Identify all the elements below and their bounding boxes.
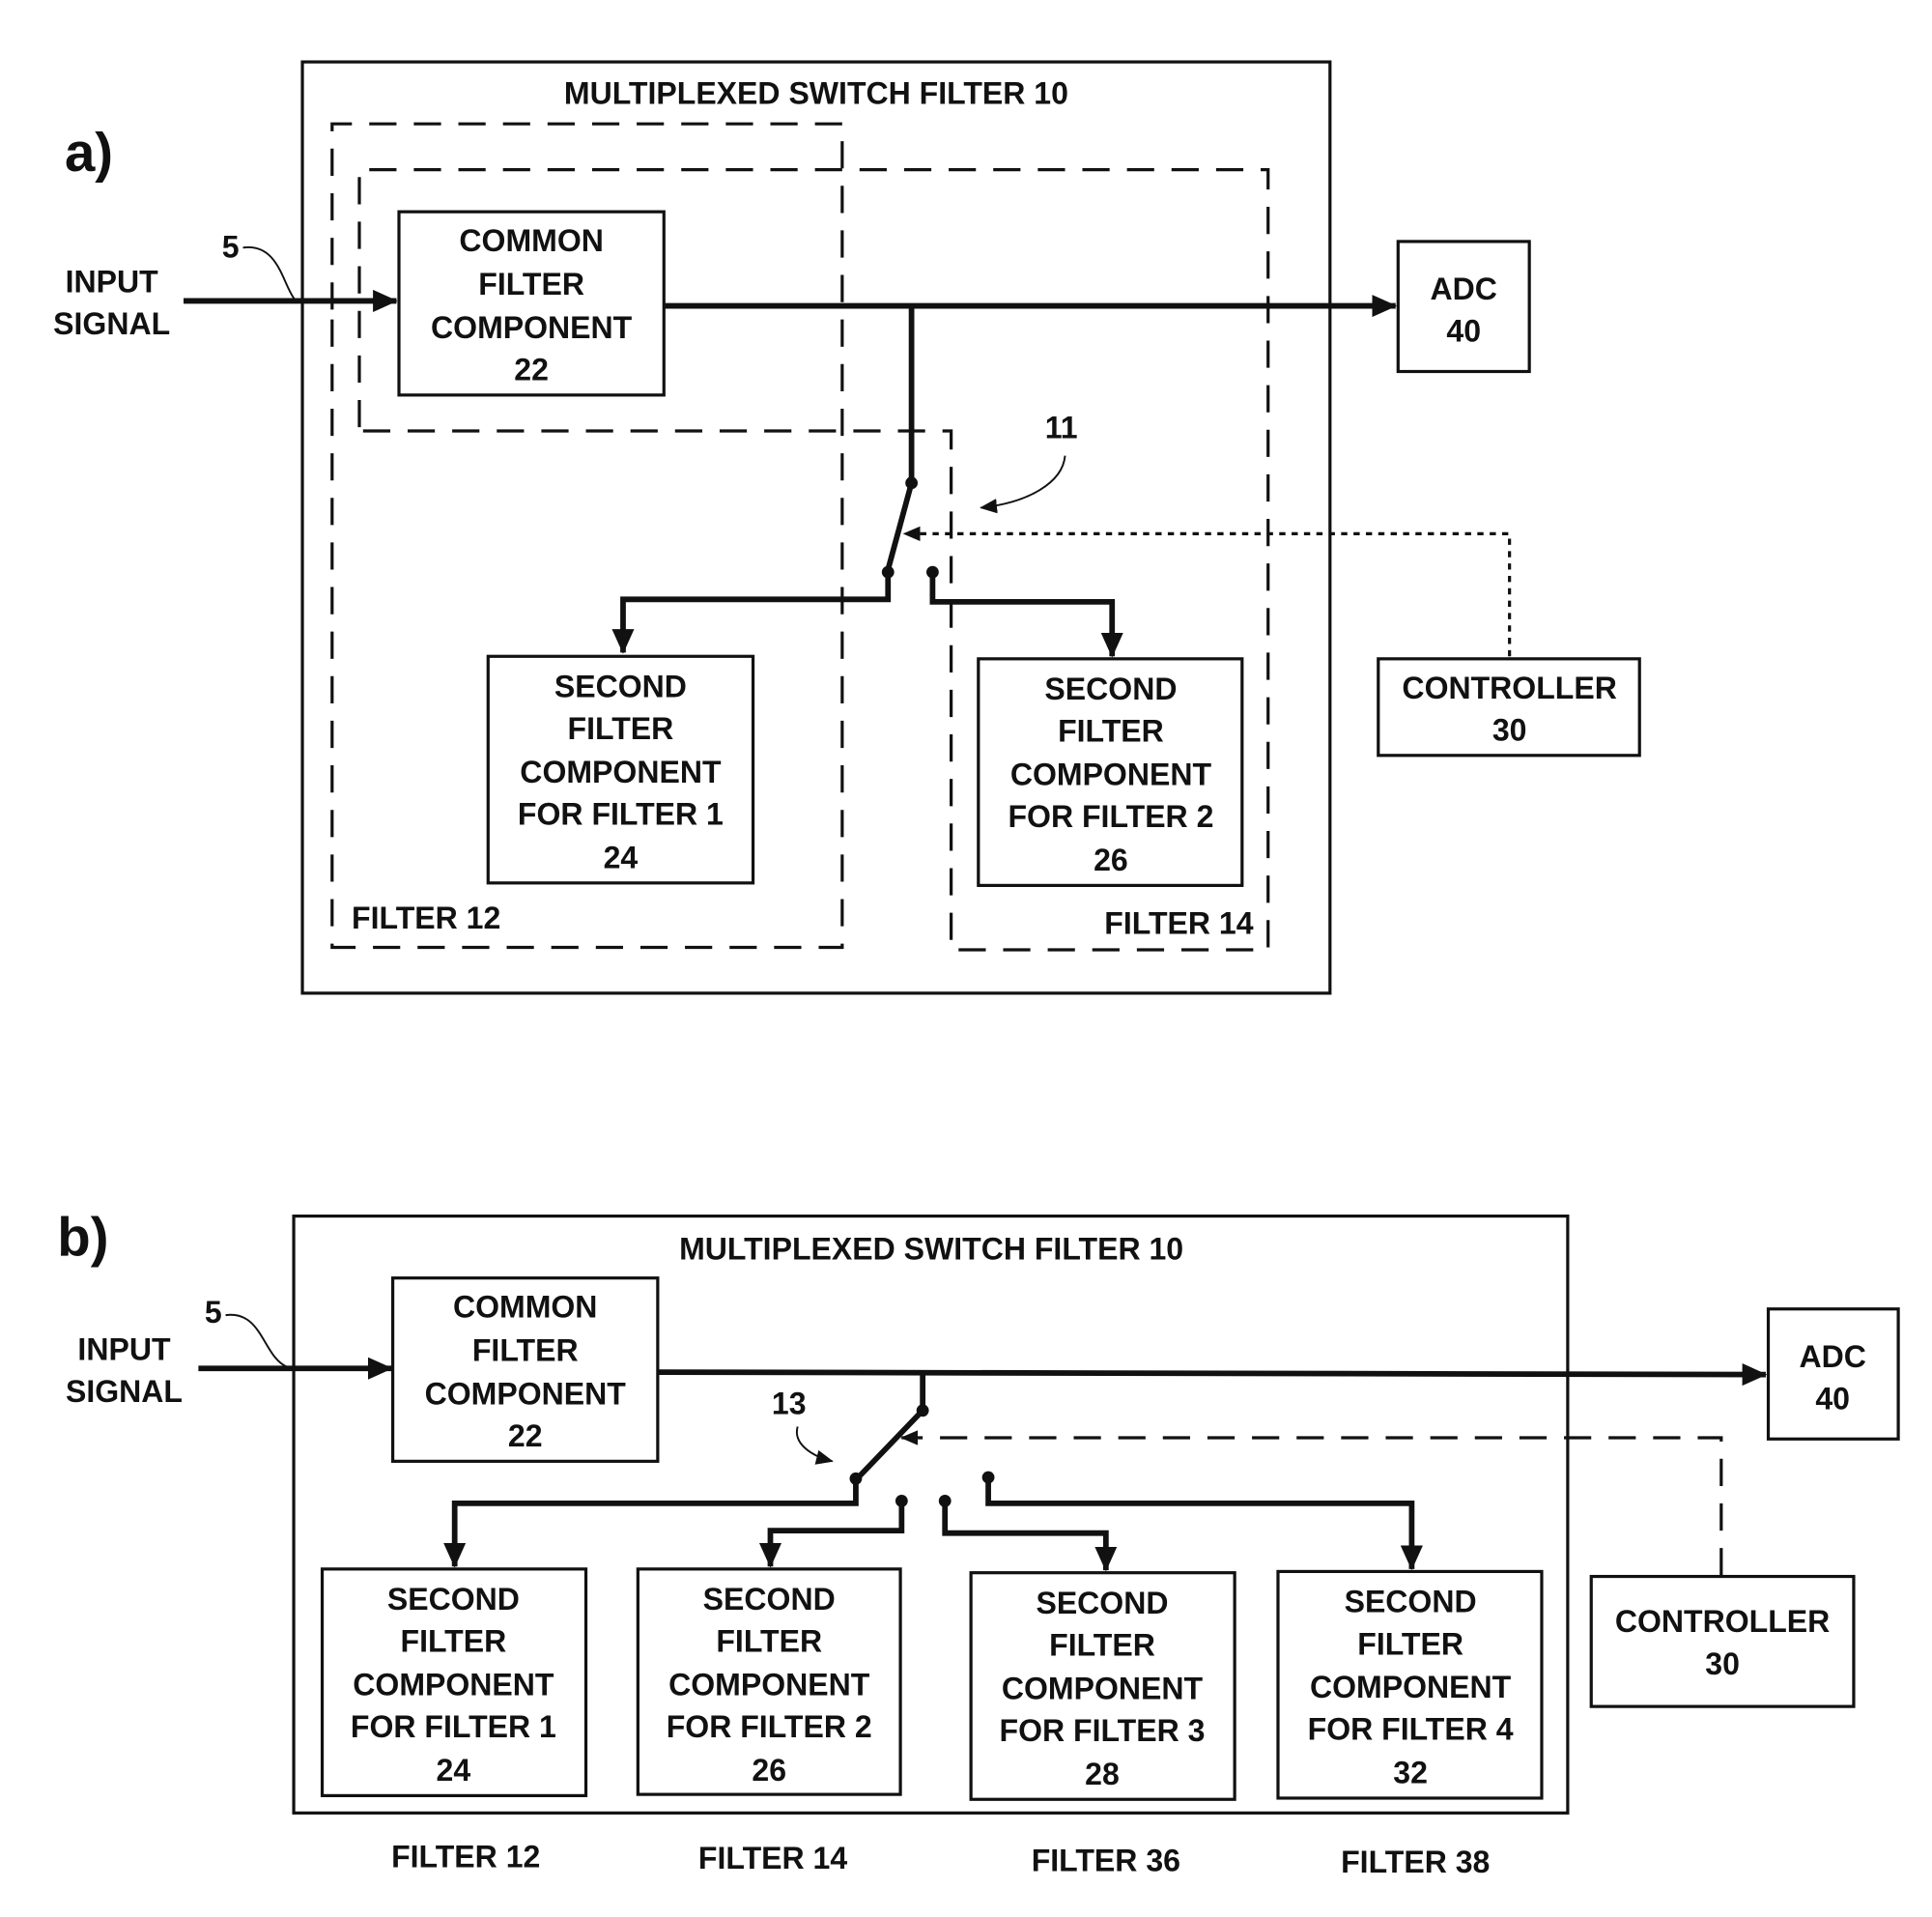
second-filter-1-box: SECOND FILTER COMPONENT FOR FILTER 1 24 (320, 1567, 588, 1797)
input-ref-leader (225, 1314, 289, 1368)
second-filter-text: FILTER (568, 711, 674, 746)
panel-b: b) MULTIPLEXED SWITCH FILTER 10 INPUT SI… (57, 1207, 1900, 1879)
diagram-canvas: a) MULTIPLEXED SWITCH FILTER 10 FILTER 1… (53, 60, 1900, 1879)
second-filter-text: FOR FILTER 2 (667, 1709, 872, 1744)
adc-text: 40 (1815, 1382, 1850, 1416)
input-signal-label-line1: INPUT (77, 1331, 171, 1366)
adc-text: ADC (1431, 272, 1497, 306)
second-filter-text: FOR FILTER 3 (1000, 1713, 1206, 1748)
common-filter-text: COMMON (459, 223, 603, 258)
second-filter-2-box: SECOND FILTER COMPONENT FOR FILTER 2 26 (977, 657, 1244, 887)
second-filter-text: SECOND (1044, 672, 1177, 706)
controller-text: 30 (1492, 712, 1527, 747)
filter-14-label: FILTER 14 (1104, 905, 1253, 940)
filter-38-label: FILTER 38 (1341, 1845, 1490, 1879)
second-filter-text: FILTER (1357, 1626, 1463, 1661)
frame-title: MULTIPLEXED SWITCH FILTER 10 (564, 76, 1068, 111)
input-ref-leader (242, 246, 297, 300)
common-filter-text: FILTER (478, 267, 584, 301)
second-filter-text: 24 (604, 840, 639, 874)
adc-box (1396, 240, 1531, 374)
control-line (900, 1430, 1723, 1576)
common-filter-text: 22 (514, 352, 549, 386)
switch-ref-number: 11 (1045, 411, 1078, 445)
route-to-filter-1 (611, 572, 892, 654)
adc-text: 40 (1446, 314, 1481, 349)
controller-text: CONTROLLER (1615, 1604, 1830, 1639)
panel-a: a) MULTIPLEXED SWITCH FILTER 10 FILTER 1… (53, 60, 1641, 995)
second-filter-text: 32 (1393, 1756, 1428, 1790)
common-filter-text: FILTER (472, 1333, 579, 1368)
switch-ref-leader (980, 455, 1066, 514)
controller-box (1589, 1574, 1856, 1708)
second-filter-text: FILTER (716, 1624, 822, 1659)
panel-b-label: b) (57, 1207, 108, 1268)
second-filter-text: SECOND (1036, 1586, 1168, 1620)
control-line (902, 526, 1512, 657)
input-ref-number: 5 (222, 230, 240, 265)
second-filter-text: FOR FILTER 1 (351, 1709, 556, 1744)
route-to-filter-2 (758, 1501, 905, 1568)
second-filter-text: COMPONENT (353, 1668, 554, 1702)
second-filter-text: 26 (1094, 843, 1128, 877)
switch-ref-number: 13 (772, 1387, 807, 1421)
second-filter-3-box: SECOND FILTER COMPONENT FOR FILTER 3 28 (969, 1571, 1236, 1801)
route-to-filter-3 (942, 1501, 1118, 1572)
second-filter-text: 26 (752, 1753, 786, 1788)
second-filter-1-box: SECOND FILTER COMPONENT FOR FILTER 1 24 (486, 654, 755, 885)
controller-text: CONTROLLER (1402, 671, 1616, 705)
adc-text: ADC (1799, 1339, 1865, 1374)
second-filter-text: FILTER (1049, 1628, 1155, 1663)
route-to-filter-4 (985, 1477, 1423, 1571)
second-filter-text: COMPONENT (1010, 758, 1212, 792)
route-to-filter-1 (443, 1478, 859, 1568)
frame-title: MULTIPLEXED SWITCH FILTER 10 (679, 1231, 1183, 1266)
filter-14-label: FILTER 14 (698, 1841, 847, 1875)
controller-text: 30 (1705, 1646, 1740, 1681)
filter-12-label: FILTER 12 (352, 901, 500, 935)
second-filter-4-box: SECOND FILTER COMPONENT FOR FILTER 4 32 (1276, 1569, 1544, 1800)
route-to-filter-2 (929, 572, 1123, 658)
input-signal-label-line2: SIGNAL (66, 1374, 183, 1409)
second-filter-text: FOR FILTER 2 (1008, 799, 1213, 834)
input-signal-label-line2: SIGNAL (53, 306, 170, 341)
filter-36-label: FILTER 36 (1032, 1844, 1180, 1878)
second-filter-text: COMPONENT (668, 1668, 870, 1702)
input-signal-label-line1: INPUT (66, 264, 159, 299)
common-filter-text: COMMON (453, 1290, 597, 1325)
second-filter-text: FOR FILTER 4 (1308, 1712, 1514, 1747)
panel-a-label: a) (65, 122, 113, 183)
second-filter-text: SECOND (554, 670, 687, 704)
common-filter-text: COMPONENT (425, 1376, 627, 1411)
second-filter-text: COMPONENT (520, 755, 722, 789)
second-filter-text: COMPONENT (1310, 1670, 1512, 1704)
second-filter-text: 24 (437, 1753, 471, 1788)
adc-box (1766, 1307, 1900, 1441)
switch-11 (611, 305, 1123, 658)
second-filter-text: COMPONENT (1002, 1671, 1204, 1705)
common-filter-text: COMPONENT (431, 310, 633, 345)
common-filter-text: 22 (508, 1418, 543, 1453)
second-filter-text: FILTER (401, 1624, 507, 1659)
second-filter-text: FOR FILTER 1 (518, 797, 724, 832)
output-to-adc-arrow (657, 1363, 1768, 1387)
second-filter-text: SECOND (703, 1582, 836, 1617)
switch-ref-leader (795, 1426, 834, 1465)
second-filter-text: SECOND (1345, 1585, 1477, 1619)
second-filter-text: 28 (1085, 1757, 1120, 1791)
second-filter-text: FILTER (1058, 714, 1164, 749)
second-filter-2-box: SECOND FILTER COMPONENT FOR FILTER 2 26 (636, 1567, 902, 1796)
second-filter-text: SECOND (387, 1582, 520, 1617)
input-ref-number: 5 (205, 1295, 222, 1330)
filter-12-label: FILTER 12 (391, 1840, 540, 1874)
